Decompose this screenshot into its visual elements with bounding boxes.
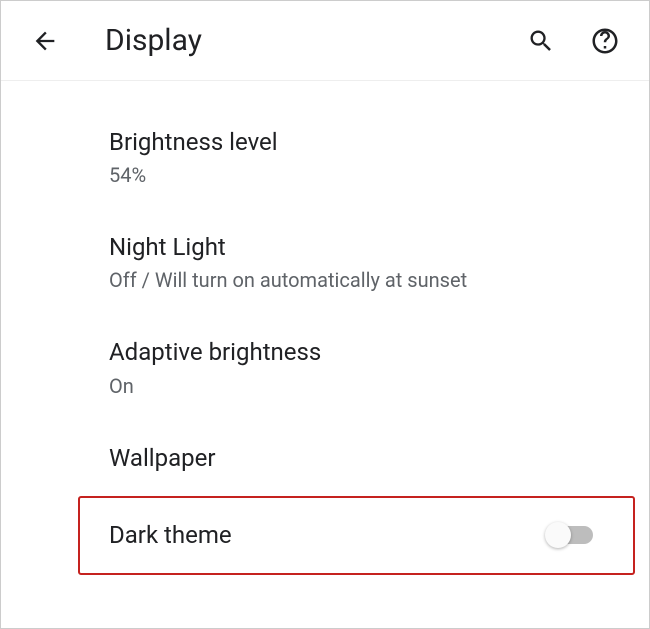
setting-label: Night Light <box>109 232 649 263</box>
setting-night-light[interactable]: Night Light Off / Will turn on automatic… <box>1 210 649 315</box>
setting-text: Night Light Off / Will turn on automatic… <box>109 232 649 293</box>
setting-label: Adaptive brightness <box>109 337 649 368</box>
settings-list: Brightness level 54% Night Light Off / W… <box>1 81 649 575</box>
setting-value: On <box>109 373 649 399</box>
arrow-back-icon <box>31 27 59 55</box>
setting-text: Adaptive brightness On <box>109 337 649 398</box>
setting-dark-theme[interactable]: Dark theme <box>78 496 635 575</box>
search-icon <box>527 27 555 55</box>
setting-text: Dark theme <box>109 520 545 551</box>
back-button[interactable] <box>25 21 65 61</box>
setting-text: Wallpaper <box>109 443 649 474</box>
header: Display <box>1 1 649 81</box>
setting-brightness[interactable]: Brightness level 54% <box>1 105 649 210</box>
search-button[interactable] <box>521 21 561 61</box>
setting-label: Dark theme <box>109 520 545 551</box>
page-title: Display <box>105 23 521 58</box>
setting-label: Wallpaper <box>109 443 649 474</box>
setting-value: Off / Will turn on automatically at suns… <box>109 267 649 293</box>
setting-adaptive-brightness[interactable]: Adaptive brightness On <box>1 315 649 420</box>
setting-wallpaper[interactable]: Wallpaper <box>1 421 649 496</box>
dark-theme-toggle[interactable] <box>545 521 601 549</box>
setting-label: Brightness level <box>109 127 649 158</box>
header-actions <box>521 21 625 61</box>
help-button[interactable] <box>585 21 625 61</box>
setting-text: Brightness level 54% <box>109 127 649 188</box>
toggle-thumb <box>545 522 571 548</box>
help-icon <box>590 26 620 56</box>
setting-value: 54% <box>109 162 649 188</box>
